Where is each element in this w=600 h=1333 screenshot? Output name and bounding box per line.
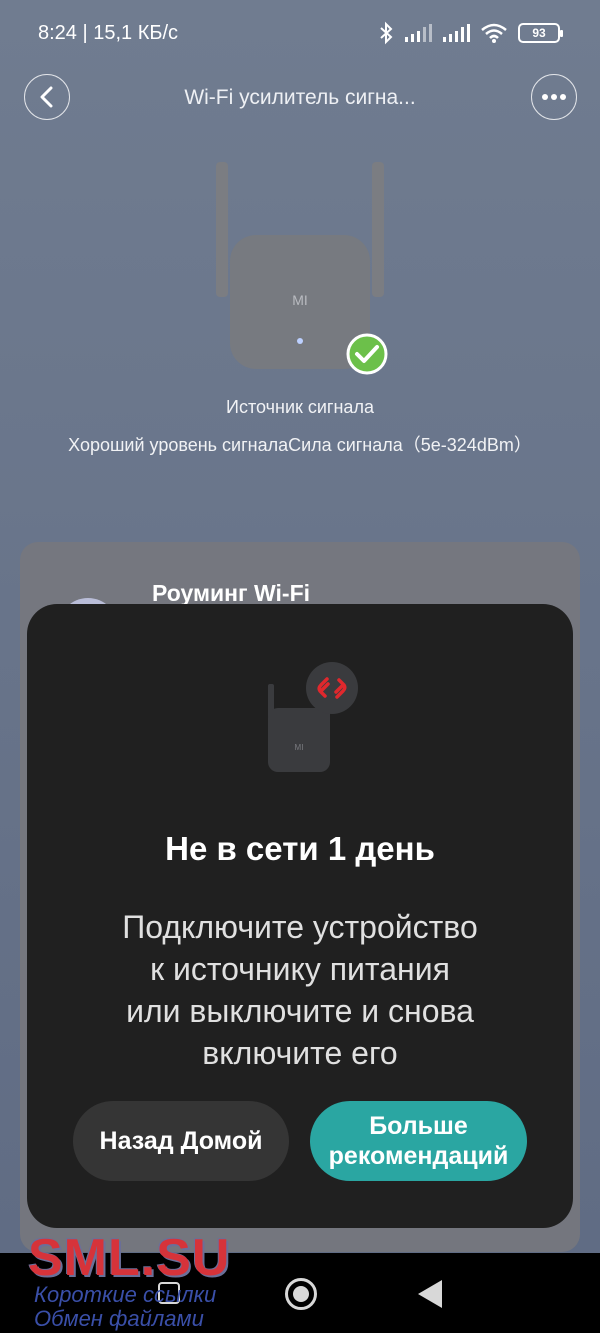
offline-device-illustration: MI	[268, 662, 358, 772]
home-icon[interactable]	[285, 1278, 317, 1310]
status-icons: 93	[378, 20, 563, 46]
device-logo: MI	[292, 292, 308, 308]
more-horizontal-icon	[542, 94, 566, 100]
device-illustration: MI	[216, 162, 388, 375]
watermark: SML.SU Короткие ссылки Обмен файлами	[28, 1228, 268, 1333]
broken-link-icon	[306, 662, 358, 714]
roaming-title: Роуминг Wi-Fi	[152, 580, 311, 606]
bluetooth-icon	[380, 21, 393, 45]
more-button[interactable]	[531, 74, 577, 120]
page-title: Wi-Fi усилитель сигна...	[184, 86, 416, 109]
device-caption: Источник сигнала	[226, 397, 374, 417]
svg-text:MI: MI	[295, 743, 304, 752]
signal-strength-text: Хороший уровень сигналаСила сигнала（5e-3…	[68, 435, 532, 455]
check-icon	[346, 333, 388, 375]
watermark-line-1: Короткие ссылки	[34, 1282, 217, 1307]
wifi-icon	[481, 23, 507, 43]
back-triangle-icon[interactable]	[418, 1280, 442, 1308]
watermark-logo: SML.SU	[28, 1229, 231, 1287]
status-bar: 8:24 | 15,1 КБ/с 93	[0, 0, 600, 66]
more-recommendations-button[interactable]: Больше рекомендаций	[310, 1101, 527, 1181]
battery-level: 93	[532, 26, 546, 40]
watermark-line-2: Обмен файлами	[34, 1306, 204, 1331]
status-time-speed: 8:24 | 15,1 КБ/с	[38, 22, 179, 44]
cellular-signal-icon	[443, 24, 470, 42]
back-home-button[interactable]: Назад Домой	[73, 1101, 289, 1181]
cellular-signal-icon	[405, 24, 432, 42]
battery-icon: 93	[518, 23, 563, 43]
dialog-title: Не в сети 1 день	[165, 830, 435, 867]
dialog-message: Подключите устройство к источнику питани…	[122, 909, 478, 1071]
